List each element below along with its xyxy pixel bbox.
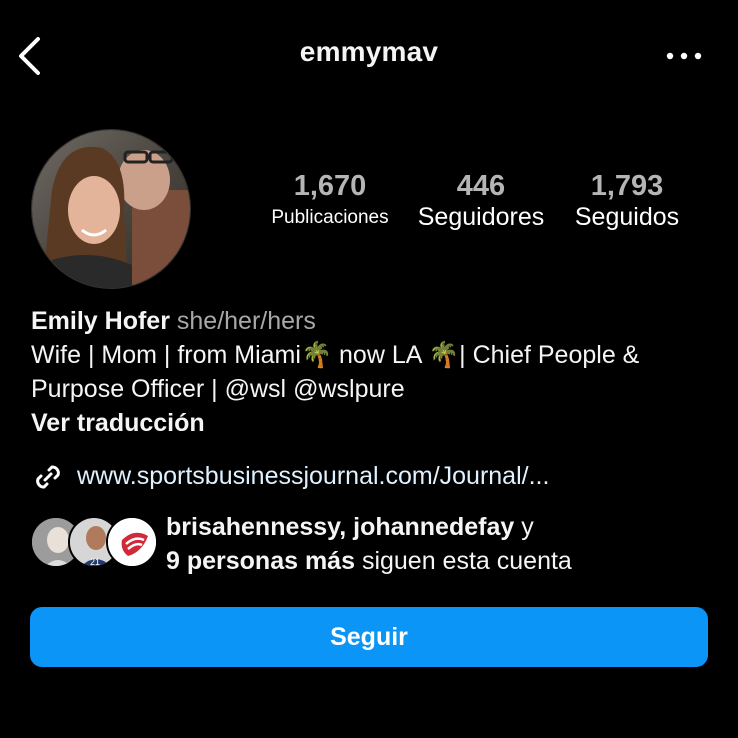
posts-count: 1,670 (293, 170, 367, 202)
following-count: 1,793 (590, 170, 664, 202)
palm-tree-icon: 🌴 (427, 341, 460, 369)
website-url: www.sportsbusinessjournal.com/Journal/..… (77, 462, 550, 490)
profile-username: emmymav (299, 36, 439, 67)
profile-avatar[interactable] (31, 129, 191, 289)
profile-bio: Emily Hofer she/her/hers Wife | Mom | fr… (31, 304, 721, 440)
mention-wslpure[interactable]: @wslpure (293, 375, 405, 403)
bio-line-2: Purpose Officer | @wsl @wslpure (31, 372, 721, 406)
posts-stat[interactable]: 1,670 Publicaciones (260, 170, 400, 229)
followed-by[interactable]: 21 brisahennessy, johannedefay y 9 perso… (30, 510, 720, 580)
palm-tree-icon: 🌴 (300, 341, 333, 369)
followed-by-conj: y (514, 513, 534, 541)
follow-button[interactable]: Seguir (30, 607, 708, 667)
bio-name-line: Emily Hofer she/her/hers (31, 304, 721, 338)
bio-text-1a: Wife | Mom | from Miami (31, 341, 301, 369)
more-horizontal-icon[interactable] (664, 46, 704, 66)
see-translation-link[interactable]: Ver traducción (31, 406, 721, 440)
followers-count: 446 (456, 170, 506, 202)
followed-by-more: 9 personas más (166, 547, 355, 575)
followed-by-suffix: siguen esta cuenta (355, 547, 572, 575)
link-icon (36, 465, 60, 489)
follower-avatar (106, 516, 158, 568)
bio-text-1c: | Chief People & (459, 341, 640, 369)
followers-label: Seguidores (417, 203, 545, 231)
bio-line-1: Wife | Mom | from Miami🌴 now LA 🌴| Chief… (31, 338, 721, 372)
bio-text-1b: now LA (332, 341, 428, 369)
followed-by-text: brisahennessy, johannedefay y 9 personas… (166, 510, 726, 578)
mention-wsl[interactable]: @wsl (225, 375, 287, 403)
svg-text:21: 21 (90, 557, 100, 567)
profile-header: emmymav (0, 0, 738, 110)
profile-photo (32, 130, 190, 288)
following-stat[interactable]: 1,793 Seguidos (562, 170, 692, 232)
followed-by-users: brisahennessy, johannedefay (166, 513, 515, 541)
bio-text-2: Purpose Officer | (31, 375, 225, 403)
display-name: Emily Hofer (31, 307, 170, 335)
website-link[interactable]: www.sportsbusinessjournal.com/Journal/..… (31, 458, 721, 494)
pronouns: she/her/hers (176, 307, 316, 335)
posts-label: Publicaciones (271, 207, 389, 228)
followers-stat[interactable]: 446 Seguidores (412, 170, 550, 232)
following-label: Seguidos (574, 203, 680, 231)
profile-stats: 1,670 Publicaciones 446 Seguidores 1,793… (256, 170, 696, 250)
